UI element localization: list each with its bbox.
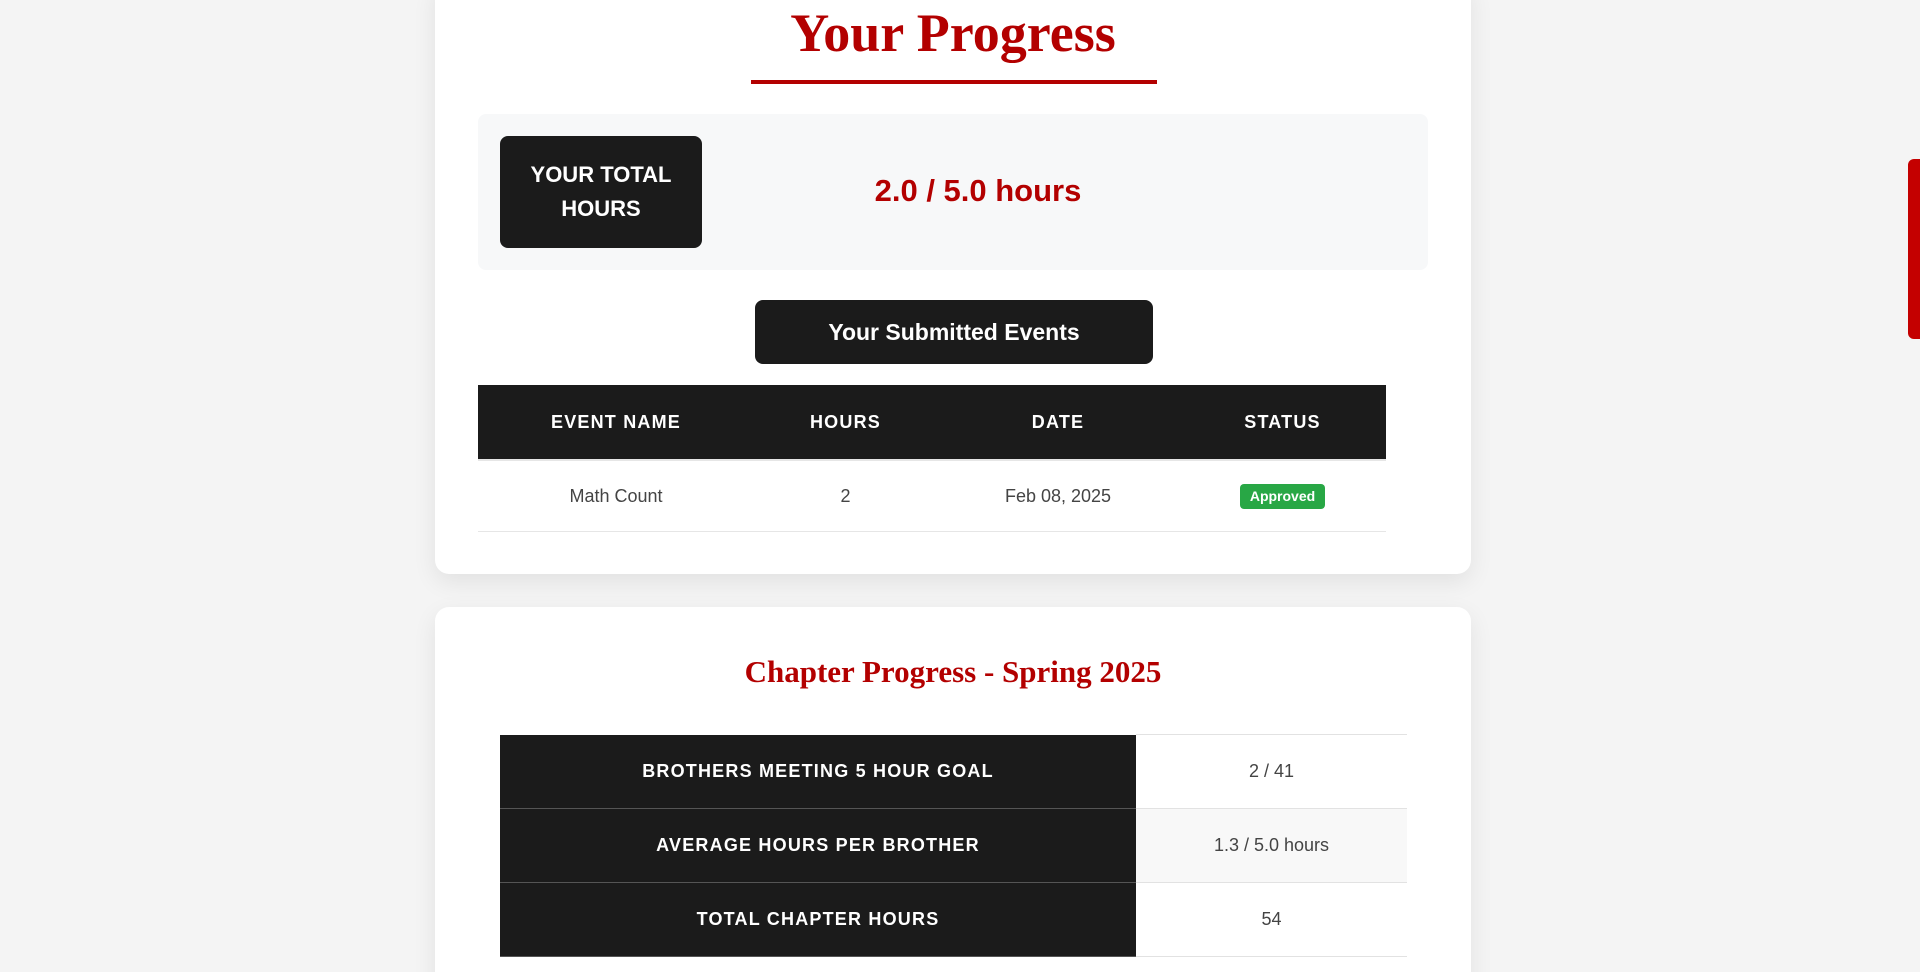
table-header-row: EVENT NAME HOURS DATE STATUS [478, 385, 1386, 460]
event-status-cell: Approved [1179, 459, 1386, 532]
page: Your Progress YOUR TOTAL HOURS 2.0 / 5.0… [0, 0, 1920, 972]
stat-row-average: AVERAGE HOURS PER BROTHER 1.3 / 5.0 hour… [500, 808, 1407, 883]
your-progress-card: Your Progress YOUR TOTAL HOURS 2.0 / 5.0… [435, 0, 1471, 574]
chapter-stats-table: BROTHERS MEETING 5 HOUR GOAL 2 / 41 AVER… [500, 734, 1407, 957]
status-badge: Approved [1239, 483, 1326, 509]
stat-value: 54 [1136, 882, 1407, 957]
stat-label: BROTHERS MEETING 5 HOUR GOAL [500, 734, 1136, 809]
stat-label: AVERAGE HOURS PER BROTHER [500, 808, 1136, 883]
total-hours-value: 2.0 / 5.0 hours [874, 173, 1082, 208]
submitted-events-heading: Your Submitted Events [755, 300, 1153, 364]
title-underline [751, 80, 1157, 84]
chapter-progress-title: Chapter Progress - Spring 2025 [744, 654, 1162, 689]
stat-row-total: TOTAL CHAPTER HOURS 54 [500, 882, 1407, 957]
column-header-status: STATUS [1179, 385, 1386, 460]
chapter-progress-card: Chapter Progress - Spring 2025 BROTHERS … [435, 607, 1471, 972]
column-header-date: DATE [937, 385, 1179, 460]
table-row: Math Count 2 Feb 08, 2025 Approved [478, 459, 1386, 532]
total-hours-panel: YOUR TOTAL HOURS 2.0 / 5.0 hours [478, 114, 1428, 270]
stat-row-goal: BROTHERS MEETING 5 HOUR GOAL 2 / 41 [500, 734, 1407, 809]
submitted-events-table: EVENT NAME HOURS DATE STATUS Math Count … [478, 385, 1386, 532]
stat-value: 2 / 41 [1136, 734, 1407, 809]
column-header-hours: HOURS [754, 385, 937, 460]
column-header-event-name: EVENT NAME [478, 385, 754, 460]
event-hours-cell: 2 [754, 459, 937, 532]
stat-value: 1.3 / 5.0 hours [1136, 808, 1407, 883]
scrollbar-thumb[interactable] [1908, 159, 1920, 339]
event-name-cell: Math Count [478, 459, 754, 532]
total-hours-label: YOUR TOTAL HOURS [500, 136, 702, 248]
event-date-cell: Feb 08, 2025 [937, 459, 1179, 532]
stat-label: TOTAL CHAPTER HOURS [500, 882, 1136, 957]
page-title: Your Progress [790, 3, 1116, 63]
